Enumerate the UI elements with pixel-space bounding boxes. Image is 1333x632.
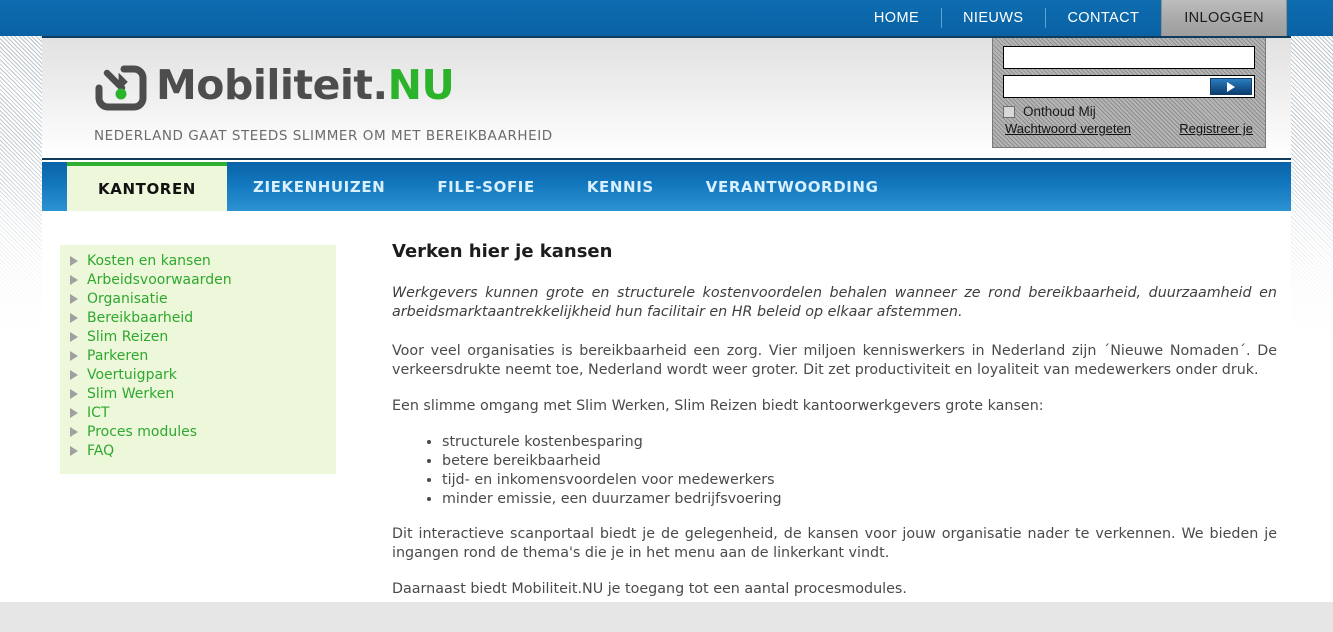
- topnav-item-nieuws[interactable]: NIEUWS: [941, 0, 1045, 36]
- triangle-right-icon: [70, 369, 78, 380]
- tab-kantoren[interactable]: KANTOREN: [67, 162, 227, 211]
- topnav-label-inloggen: INLOGGEN: [1184, 10, 1264, 26]
- sidebar-label-kosten-en-kansen: Kosten en kansen: [87, 252, 211, 269]
- sidebar-item-parkeren[interactable]: Parkeren: [60, 346, 336, 365]
- sidebar-item-bereikbaarheid[interactable]: Bereikbaarheid: [60, 308, 336, 327]
- sidebar-label-slim-reizen: Slim Reizen: [87, 328, 169, 345]
- sidebar-label-parkeren: Parkeren: [87, 347, 149, 364]
- triangle-right-icon: [70, 274, 78, 285]
- content-area: Kosten en kansen Arbeidsvoorwaarden Orga…: [42, 211, 1291, 602]
- sidebar-item-slim-werken[interactable]: Slim Werken: [60, 384, 336, 403]
- sidebar-item-kosten-en-kansen[interactable]: Kosten en kansen: [60, 251, 336, 270]
- sidebar-item-arbeidsvoorwaarden[interactable]: Arbeidsvoorwaarden: [60, 270, 336, 289]
- main-navigation-list: KANTOREN ZIEKENHUIZEN FILE-SOFIE KENNIS …: [42, 162, 1291, 211]
- site-logo[interactable]: Mobiliteit.NU: [94, 61, 455, 114]
- topnav-label-home: HOME: [873, 10, 920, 26]
- site-logo-text: Mobiliteit.NU: [156, 61, 455, 109]
- topnav-item-contact[interactable]: CONTACT: [1045, 0, 1161, 36]
- arrow-into-box-icon: [95, 65, 147, 111]
- topnav-label-nieuws: NIEUWS: [963, 10, 1024, 26]
- triangle-right-icon: [70, 350, 78, 361]
- forgot-password-link[interactable]: Wachtwoord vergeten: [1005, 121, 1131, 136]
- top-navigation-list: HOME NIEUWS CONTACT INLOGGEN: [852, 0, 1287, 36]
- page-frame: Mobiliteit.NU NEDERLAND GAAT STEEDS SLIM…: [0, 36, 1333, 602]
- sidebar-item-ict[interactable]: ICT: [60, 403, 336, 422]
- right-texture-gutter: [1291, 36, 1333, 336]
- login-submit-button[interactable]: [1210, 78, 1252, 95]
- sidebar-item-organisatie[interactable]: Organisatie: [60, 289, 336, 308]
- main-navigation-bar: KANTOREN ZIEKENHUIZEN FILE-SOFIE KENNIS …: [42, 162, 1291, 211]
- triangle-right-icon: [70, 255, 78, 266]
- article-paragraph-1: Voor veel organisaties is bereikbaarheid…: [392, 343, 1277, 378]
- logo-text-main: Mobiliteit.: [156, 61, 388, 109]
- article-benefit-list: structurele kostenbesparing betere berei…: [392, 433, 1277, 509]
- list-item: structurele kostenbesparing: [442, 433, 1277, 452]
- topnav-item-inloggen[interactable]: INLOGGEN: [1161, 0, 1287, 36]
- triangle-right-icon: [70, 445, 78, 456]
- right-gutter-fill: [1291, 336, 1333, 602]
- topnav-item-home[interactable]: HOME: [852, 0, 941, 36]
- triangle-right-icon: [70, 293, 78, 304]
- triangle-right-icon: [70, 407, 78, 418]
- tab-ziekenhuizen[interactable]: ZIEKENHUIZEN: [227, 162, 411, 211]
- sidebar-label-bereikbaarheid: Bereikbaarheid: [87, 309, 194, 326]
- sidebar-menu: Kosten en kansen Arbeidsvoorwaarden Orga…: [60, 245, 336, 474]
- tab-label-file-sofie: FILE-SOFIE: [437, 177, 535, 196]
- top-navigation-bar: HOME NIEUWS CONTACT INLOGGEN: [0, 0, 1333, 36]
- sidebar-item-proces-modules[interactable]: Proces modules: [60, 422, 336, 441]
- article-paragraph-3: Dit interactieve scanportaal biedt je de…: [392, 526, 1277, 561]
- sidebar-label-proces-modules: Proces modules: [87, 423, 198, 440]
- sidebar-item-slim-reizen[interactable]: Slim Reizen: [60, 327, 336, 346]
- site-tagline: NEDERLAND GAAT STEEDS SLIMMER OM MET BER…: [94, 128, 553, 144]
- password-field-wrapper[interactable]: [1003, 75, 1255, 98]
- tab-kennis[interactable]: KENNIS: [561, 162, 680, 211]
- topnav-label-contact: CONTACT: [1067, 10, 1140, 26]
- login-links-row: Wachtwoord vergeten Registreer je: [1003, 121, 1255, 136]
- list-item: betere bereikbaarheid: [442, 452, 1277, 471]
- tab-label-ziekenhuizen: ZIEKENHUIZEN: [253, 177, 386, 196]
- tab-label-kennis: KENNIS: [586, 177, 654, 196]
- triangle-right-icon: [70, 426, 78, 437]
- remember-me-checkbox[interactable]: [1003, 105, 1015, 118]
- remember-me-label: Onthoud Mij: [1023, 104, 1096, 119]
- remember-me-row[interactable]: Onthoud Mij: [1003, 104, 1255, 119]
- page-root: HOME NIEUWS CONTACT INLOGGEN Mobiliteit.…: [0, 0, 1333, 632]
- article-paragraph-4: Daarnaast biedt Mobiliteit.NU je toegang…: [392, 581, 907, 597]
- tab-label-kantoren: KANTOREN: [98, 179, 196, 198]
- page-title: Verken hier je kansen: [392, 241, 613, 262]
- left-gutter-fill: [0, 336, 42, 602]
- sidebar-label-ict: ICT: [87, 404, 110, 421]
- tab-verantwoording[interactable]: VERANTWOORDING: [680, 162, 905, 211]
- triangle-right-icon: [70, 388, 78, 399]
- sidebar-label-slim-werken: Slim Werken: [87, 385, 175, 402]
- login-panel: Onthoud Mij Wachtwoord vergeten Registre…: [992, 38, 1266, 148]
- article-paragraph-2: Een slimme omgang met Slim Werken, Slim …: [392, 398, 1044, 414]
- register-link[interactable]: Registreer je: [1179, 121, 1253, 136]
- left-texture-gutter: [0, 36, 42, 336]
- triangle-right-icon: [70, 331, 78, 342]
- article-lede: Werkgevers kunnen grote en structurele k…: [392, 285, 1277, 320]
- article: Verken hier je kansen Werkgevers kunnen …: [392, 241, 1277, 616]
- site-header: Mobiliteit.NU NEDERLAND GAAT STEEDS SLIM…: [42, 36, 1291, 160]
- sidebar-item-voertuigpark[interactable]: Voertuigpark: [60, 365, 336, 384]
- sidebar-label-faq: FAQ: [87, 442, 115, 459]
- triangle-right-icon: [70, 312, 78, 323]
- tab-file-sofie[interactable]: FILE-SOFIE: [411, 162, 561, 211]
- username-field-wrapper[interactable]: [1003, 46, 1255, 69]
- play-arrow-icon: [1227, 81, 1235, 92]
- list-item: minder emissie, een duurzamer bedrijfsvo…: [442, 490, 1277, 509]
- tab-label-verantwoording: VERANTWOORDING: [705, 177, 879, 196]
- list-item: tijd- en inkomensvoordelen voor medewerk…: [442, 471, 1277, 490]
- sidebar-item-faq[interactable]: FAQ: [60, 441, 336, 460]
- sidebar-label-arbeidsvoorwaarden: Arbeidsvoorwaarden: [87, 271, 232, 288]
- logo-text-accent: NU: [387, 61, 455, 109]
- sidebar-label-voertuigpark: Voertuigpark: [87, 366, 177, 383]
- sidebar-label-organisatie: Organisatie: [87, 290, 168, 307]
- username-input[interactable]: [1004, 47, 1254, 68]
